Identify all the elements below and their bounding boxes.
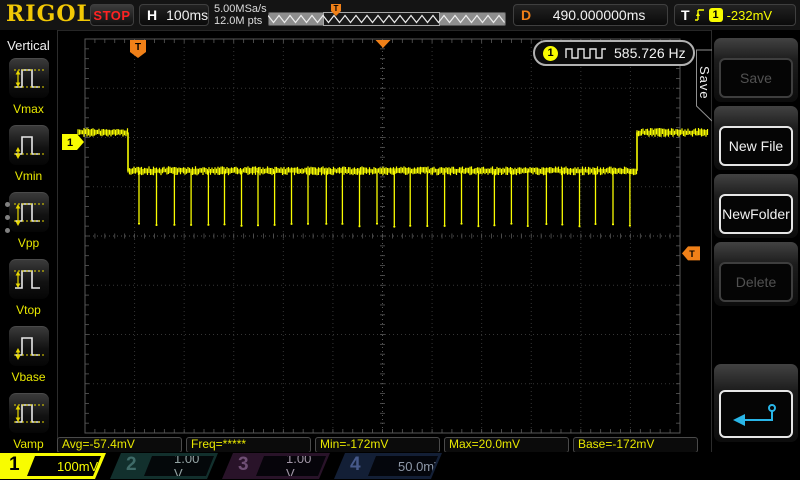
menu-slot	[714, 364, 798, 442]
trigger-level-value: -232mV	[726, 7, 773, 23]
delay-value: 490.000000ms	[552, 7, 646, 23]
menu-item-label: Vpp	[17, 236, 40, 250]
menu-item-vamp[interactable]: Vamp	[0, 393, 57, 451]
vamp-icon	[8, 393, 49, 433]
memory-waveform-preview	[268, 14, 505, 24]
menu-item-label: Vmin	[14, 169, 43, 183]
delay-label: D	[521, 7, 532, 23]
ch1-waveform-trace	[77, 127, 709, 228]
memory-depth: 12.0M pts	[214, 15, 263, 27]
menu-item-label: Vbase	[11, 370, 46, 384]
trigger-markers: T T 1	[62, 40, 700, 261]
menu-tab-save: Save	[697, 66, 712, 100]
run-state-label: STOP	[93, 7, 131, 23]
square-wave-icon	[565, 48, 606, 59]
run-state-indicator: STOP	[90, 4, 134, 26]
channel-3-status[interactable]: 3 1.00 V	[222, 453, 330, 479]
channel-scale: 50.0mV	[398, 458, 443, 474]
save-button[interactable]: Save	[719, 58, 793, 98]
measurement-max: Max=20.0mV	[444, 437, 569, 453]
sample-rate: 5.00MSa/s	[214, 3, 267, 15]
vpp-icon	[8, 192, 49, 232]
channel-number: 2	[126, 454, 137, 475]
channel-number: 4	[350, 454, 361, 475]
back-button[interactable]	[719, 390, 793, 438]
menu-item-vbase[interactable]: Vbase	[0, 326, 57, 384]
menu-item-vtop[interactable]: Vtop	[0, 259, 57, 317]
delay-box: D 490.000000ms	[513, 4, 668, 26]
menu-item-vpp[interactable]: Vpp	[0, 192, 57, 250]
channel-number: 1	[9, 454, 20, 475]
page-indicator-dot	[5, 215, 10, 220]
status-bar: RIGOL STOP H 100ms 5.00MSa/s 12.0M pts T…	[0, 0, 800, 31]
delete-button[interactable]: Delete	[719, 262, 793, 302]
new-folder-button[interactable]: NewFolder	[719, 194, 793, 234]
waveform-position-strip: T	[268, 4, 506, 27]
page-indicator-dot	[5, 202, 10, 207]
horizontal-timebase-box: H 100ms	[139, 4, 209, 26]
rising-edge-icon	[694, 9, 704, 21]
svg-text:T: T	[135, 42, 141, 53]
measurement-freq: Freq=*****	[186, 437, 311, 453]
menu-slot: New File	[714, 106, 798, 170]
measure-menu-title: Vertical	[7, 38, 50, 53]
rigol-logo: RIGOL	[6, 1, 93, 27]
vmin-icon	[8, 125, 49, 165]
svg-text:T: T	[689, 249, 695, 259]
timebase-value: 100ms	[166, 7, 209, 23]
channel-scale: 1.00 V	[286, 451, 312, 480]
vmax-icon	[8, 58, 49, 98]
channel-4-status[interactable]: 4 50.0mV	[334, 453, 442, 479]
vtop-icon	[8, 259, 49, 299]
menu-item-vmax[interactable]: Vmax	[0, 58, 57, 116]
menu-item-label: Vtop	[16, 303, 41, 317]
channel-number: 3	[238, 454, 249, 475]
menu-item-label: Vamp	[13, 437, 44, 451]
trigger-status-box: T 1 -232mV	[674, 4, 796, 26]
return-arrow-icon	[733, 404, 776, 426]
channel-1-status[interactable]: 1 100mV	[0, 453, 106, 479]
horizontal-label: H	[147, 7, 158, 23]
vbase-icon	[8, 326, 49, 366]
measurement-min: Min=-172mV	[315, 437, 440, 453]
acquisition-info: 5.00MSa/s 12.0M pts	[214, 3, 267, 27]
menu-slot: Delete	[714, 242, 798, 306]
channel-scale: 1.00 V	[174, 451, 200, 480]
menu-slot: NewFolder	[714, 174, 798, 238]
channel-scale: 100mV	[57, 458, 99, 474]
oscilloscope-screen: RIGOL STOP H 100ms 5.00MSa/s 12.0M pts T…	[0, 0, 800, 480]
menu-slot: Save	[714, 38, 798, 102]
trigger-label: T	[681, 7, 690, 23]
frequency-counter: 1 585.726 Hz	[533, 40, 695, 66]
graticule	[84, 38, 681, 434]
measure-menu: Vertical Vmax Vmin Vpp Vtop Vbase Vamp	[0, 30, 57, 452]
panel-separators	[57, 30, 730, 479]
channel-2-status[interactable]: 2 1.00 V	[110, 453, 218, 479]
svg-text:1: 1	[67, 137, 73, 149]
menu-item-vmin[interactable]: Vmin	[0, 125, 57, 183]
channel-status-bar: 1 100mV 2 1.00 V 3 1.00 V 4 50.0mV	[0, 452, 800, 480]
measurement-avg: Avg=-57.4mV	[57, 437, 182, 453]
softkey-menu: Save New File NewFolder Delete	[712, 30, 800, 452]
trigger-source-badge: 1	[708, 8, 723, 22]
waveform-display: T T 1	[57, 30, 730, 479]
counter-value: 585.726 Hz	[614, 45, 686, 61]
page-indicator-dot	[5, 228, 10, 233]
menu-item-label: Vmax	[13, 102, 44, 116]
new-file-button[interactable]: New File	[719, 126, 793, 166]
measurement-base: Base=-172mV	[573, 437, 698, 453]
counter-channel-badge: 1	[543, 45, 558, 61]
